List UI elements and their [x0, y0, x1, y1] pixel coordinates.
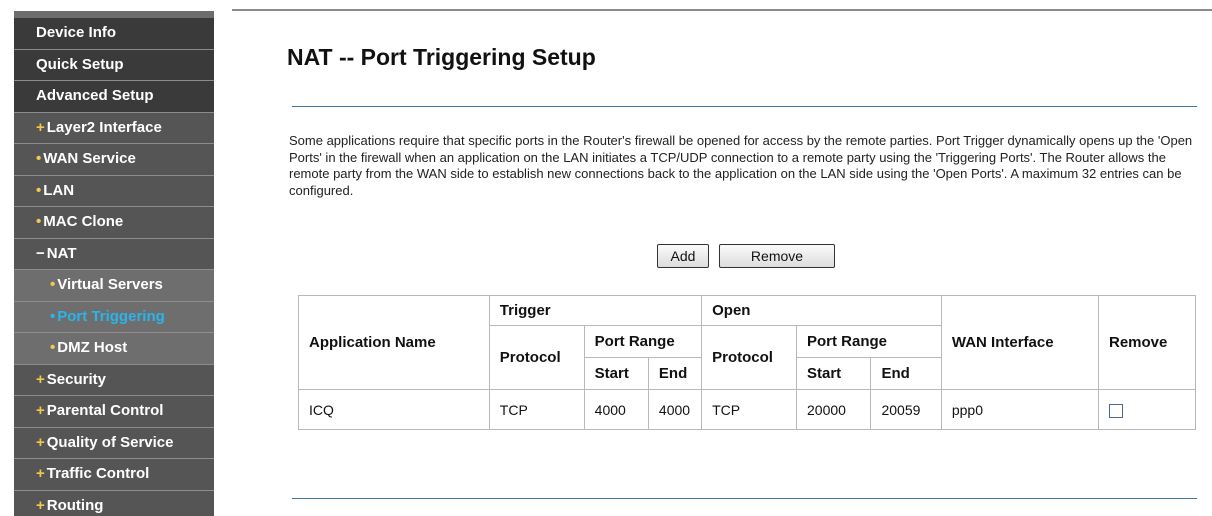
title-divider: [292, 106, 1197, 107]
sidebar-item-label: NAT: [46, 244, 77, 262]
sidebar-item-wan-service[interactable]: • WAN Service: [14, 144, 214, 176]
sidebar-item-label: Device Info: [36, 24, 117, 41]
sidebar-item-label: Traffic Control: [46, 465, 150, 482]
sidebar-item-label: Parental Control: [46, 402, 164, 419]
header-wan-interface: WAN Interface: [940, 295, 1099, 390]
sidebar-item-advanced-setup[interactable]: Advanced Setup: [14, 81, 214, 113]
top-strip-left: [0, 0, 214, 18]
sidebar-item-traffic-control[interactable]: + Traffic Control: [14, 459, 214, 491]
bullet-icon: •: [36, 150, 42, 167]
header-trigger-start: Start: [583, 357, 649, 390]
sidebar-item-label: Advanced Setup: [36, 87, 154, 104]
sidebar-item-dmz-host[interactable]: • DMZ Host: [14, 333, 214, 365]
bullet-icon: •: [36, 181, 42, 199]
header-remove: Remove: [1097, 295, 1197, 390]
sidebar-item-label: Quality of Service: [46, 433, 174, 451]
cell-remove: [1097, 389, 1197, 430]
bullet-icon: •: [36, 213, 42, 230]
collapse-minus-icon: −: [36, 244, 45, 262]
sidebar-item-label: DMZ Host: [57, 339, 128, 356]
sidebar-item-parental-control[interactable]: + Parental Control: [14, 396, 214, 428]
expand-plus-icon: +: [36, 370, 45, 388]
bottom-divider: [292, 498, 1197, 499]
bullet-icon: •: [50, 307, 56, 325]
sidebar-item-layer2-interface[interactable]: + Layer2 Interface: [14, 112, 214, 144]
page-title: NAT -- Port Triggering Setup: [287, 44, 596, 70]
sidebar-item-label: Virtual Servers: [57, 276, 163, 293]
header-trigger-end: End: [647, 357, 703, 390]
sidebar-item-virtual-servers[interactable]: • Virtual Servers: [14, 270, 214, 302]
sidebar-item-mac-clone[interactable]: • MAC Clone: [14, 207, 214, 239]
page-description: Some applications require that specific …: [289, 133, 1193, 198]
expand-plus-icon: +: [36, 118, 45, 136]
cell-open-protocol: TCP: [701, 389, 797, 430]
header-open: Open: [701, 295, 942, 326]
cell-trigger-start: 4000: [583, 389, 649, 430]
header-open-end: End: [870, 357, 942, 390]
sidebar-item-port-triggering[interactable]: • Port Triggering: [14, 301, 214, 333]
sidebar-item-lan[interactable]: • LAN: [14, 175, 214, 207]
main-content: NAT -- Port Triggering Setup Some applic…: [232, 18, 1212, 516]
expand-plus-icon: +: [36, 433, 45, 451]
sidebar-item-quick-setup[interactable]: Quick Setup: [14, 49, 214, 81]
bullet-icon: •: [50, 339, 56, 356]
port-triggering-table: Application Name Trigger Open WAN Interf…: [298, 295, 1197, 430]
sidebar-item-device-info[interactable]: Device Info: [14, 18, 214, 50]
sidebar-item-quality-of-service[interactable]: + Quality of Service: [14, 427, 214, 459]
expand-plus-icon: +: [36, 465, 45, 482]
sidebar-item-label: Port Triggering: [57, 307, 165, 325]
sidebar-item-label: Routing: [46, 496, 104, 514]
sidebar-item-label: Layer2 Interface: [46, 118, 162, 136]
bullet-icon: •: [50, 276, 56, 293]
table-header-row: Application Name Trigger Open WAN Interf…: [298, 295, 1197, 390]
header-trigger-protocol: Protocol: [488, 325, 585, 390]
sidebar-menu: Device Info Quick Setup Advanced Setup +…: [14, 18, 214, 516]
add-button[interactable]: Add: [657, 244, 709, 268]
sidebar-item-nat[interactable]: − NAT: [14, 238, 214, 270]
sidebar-item-label: MAC Clone: [43, 213, 124, 230]
sidebar-item-label: LAN: [43, 181, 75, 199]
table-row: ICQ TCP 4000 4000 TCP 20000 20059 ppp0: [298, 389, 1197, 430]
cell-open-start: 20000: [795, 389, 872, 430]
cell-application-name: ICQ: [298, 389, 490, 430]
header-open-start: Start: [795, 357, 872, 390]
expand-plus-icon: +: [36, 402, 45, 419]
expand-plus-icon: +: [36, 496, 45, 514]
remove-checkbox[interactable]: [1108, 403, 1123, 418]
top-divider: [232, 9, 1212, 11]
sidebar-item-label: WAN Service: [43, 150, 136, 167]
header-trigger: Trigger: [488, 295, 703, 326]
sidebar-item-label: Security: [46, 370, 106, 388]
sidebar-item-label: Quick Setup: [36, 55, 124, 73]
cell-trigger-end: 4000: [647, 389, 703, 430]
cell-wan-interface: ppp0: [940, 389, 1099, 430]
header-open-protocol: Protocol: [701, 325, 797, 390]
cell-open-end: 20059: [870, 389, 942, 430]
sidebar-item-security[interactable]: + Security: [14, 364, 214, 396]
header-application-name: Application Name: [298, 295, 490, 390]
header-trigger-port-range: Port Range: [583, 325, 703, 358]
header-open-port-range: Port Range: [796, 325, 942, 358]
remove-button[interactable]: Remove: [719, 244, 835, 268]
sidebar-item-routing[interactable]: + Routing: [14, 490, 214, 516]
cell-trigger-protocol: TCP: [488, 389, 585, 430]
